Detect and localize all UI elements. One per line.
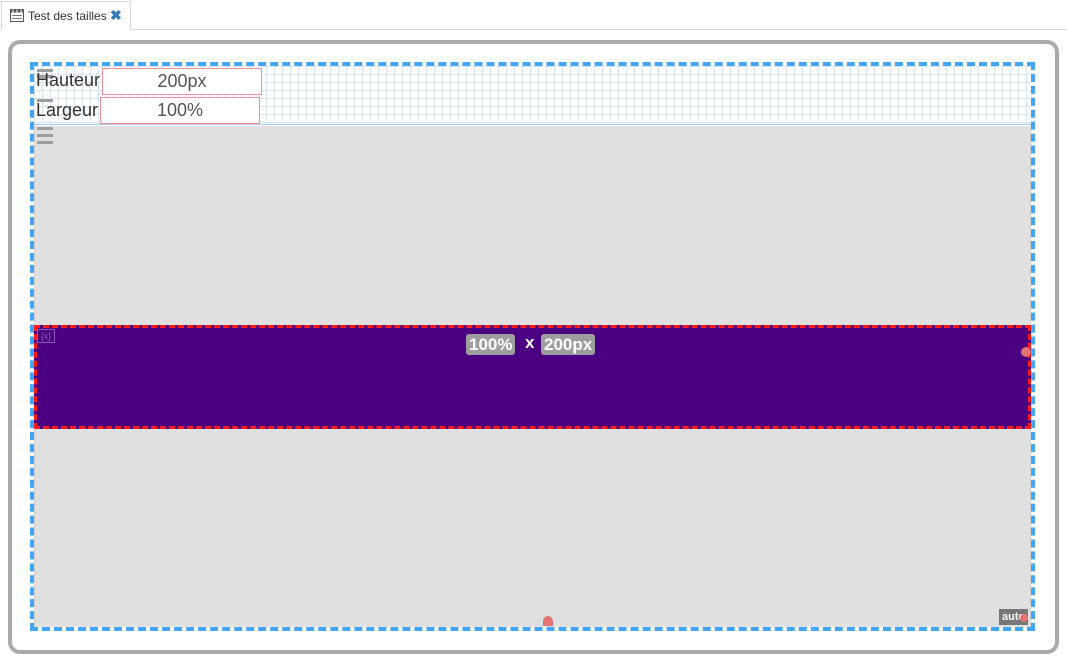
close-icon[interactable]: ✖ <box>110 7 122 23</box>
container-outline <box>30 62 1035 631</box>
tab-title: Test des tailles <box>28 9 107 23</box>
film-icon <box>10 9 24 22</box>
tab-test-des-tailles[interactable]: Test des tailles ✖ <box>1 1 131 30</box>
tab-bar: Test des tailles ✖ <box>0 0 1067 30</box>
resize-handle-corner[interactable] <box>1020 614 1028 622</box>
